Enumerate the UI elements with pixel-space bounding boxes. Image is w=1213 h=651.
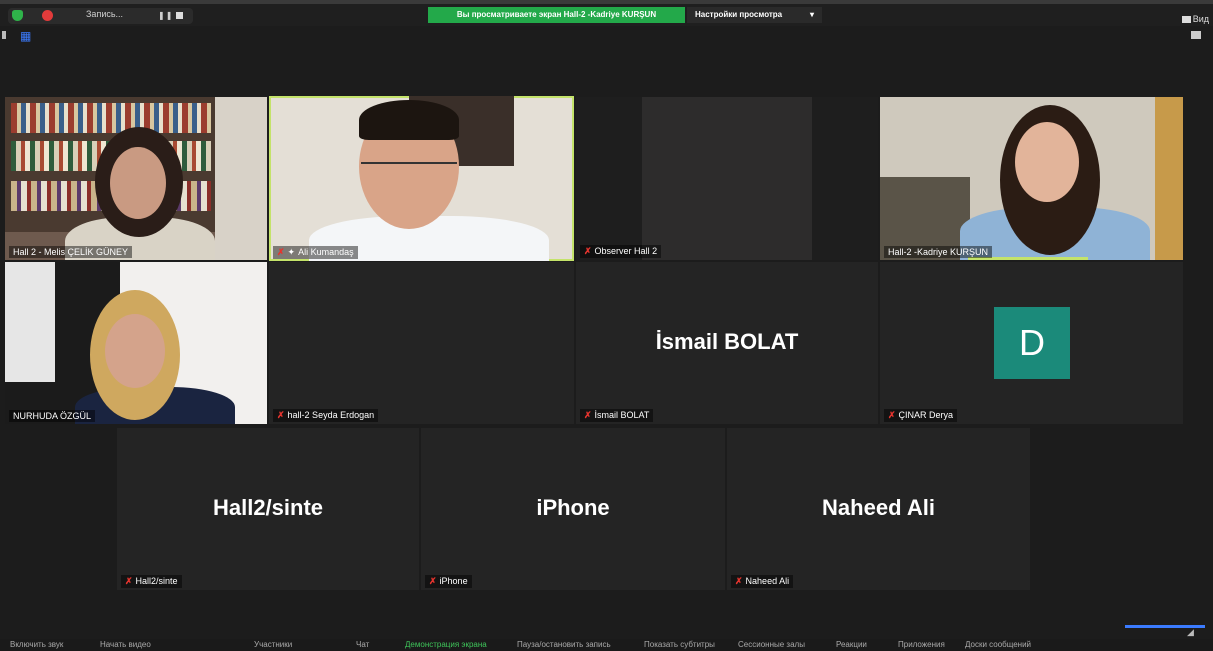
video-tile-ismail[interactable]: İsmail BOLAT ✗ İsmail BOLAT xyxy=(576,262,878,424)
person-face xyxy=(105,314,165,388)
video-tile-kadriye[interactable]: Hall-2 -Kadriye KURŞUN xyxy=(880,97,1183,260)
video-tile-iphone[interactable]: iPhone ✗ iPhone xyxy=(421,428,725,590)
share-screen-button[interactable]: Демонстрация экрана xyxy=(405,640,487,649)
mic-muted-icon: ✗ xyxy=(584,246,592,256)
video-tile-observer[interactable]: ✗ Observer Hall 2 xyxy=(576,97,878,260)
wall xyxy=(215,97,267,260)
video-tile-seyda[interactable]: ✗ hall-2 Seyda Erdogan xyxy=(269,262,574,424)
fullscreen-icon[interactable] xyxy=(1191,31,1201,39)
video-tile-melis[interactable]: Hall 2 - Melis ÇELİK GÜNEY xyxy=(5,97,267,260)
avatar: D xyxy=(994,307,1070,379)
mic-muted-icon: ✗ xyxy=(429,576,437,586)
participant-name: Hall 2 - Melis ÇELİK GÜNEY xyxy=(9,246,133,258)
participant-name: Hall-2 -Kadriye KURŞUN xyxy=(884,246,993,258)
pause-recording-icon[interactable]: ❚❚ xyxy=(158,11,173,20)
pause-record-button[interactable]: Пауза/остановить запись xyxy=(517,640,611,649)
top-strip xyxy=(0,0,1213,4)
mic-muted-icon: ✗ xyxy=(125,576,133,586)
glasses xyxy=(361,162,457,178)
participants-button[interactable]: Участники xyxy=(254,640,292,649)
side-panel-icon[interactable] xyxy=(2,31,6,39)
whiteboards-button[interactable]: Доски сообщений xyxy=(965,640,1031,649)
dark-video xyxy=(642,97,812,260)
person-face xyxy=(1015,122,1079,202)
stop-recording-icon[interactable] xyxy=(176,12,183,19)
books xyxy=(11,103,211,133)
view-button[interactable]: Вид xyxy=(1181,14,1209,24)
video-tile-naheed[interactable]: Naheed Ali ✗ Naheed Ali xyxy=(727,428,1030,590)
person-hair xyxy=(359,100,459,140)
view-options-button[interactable]: Настройки просмотра ▾ xyxy=(687,7,822,23)
viewing-screen-banner: Вы просматриваете экран Hall-2 -Kadriye … xyxy=(428,7,685,23)
participant-name: ✗ ✦ Ali Kumandaş xyxy=(273,246,358,259)
participant-name: ✗ İsmail BOLAT xyxy=(580,409,654,422)
view-label: Вид xyxy=(1192,14,1209,24)
participant-name: ✗ ÇINAR Derya xyxy=(884,409,958,422)
video-tile-derya[interactable]: D ✗ ÇINAR Derya xyxy=(880,262,1183,424)
participant-display-name: Hall2/sinte xyxy=(212,495,324,520)
grid-view-icon xyxy=(1181,16,1191,24)
curtain xyxy=(5,262,55,382)
security-shield-icon[interactable] xyxy=(12,10,23,21)
participant-name: ✗ iPhone xyxy=(425,575,472,588)
start-video-button[interactable]: Начать видео xyxy=(100,640,151,649)
chevron-down-icon: ▾ xyxy=(809,10,814,19)
apps-button[interactable]: Приложения xyxy=(898,640,945,649)
participant-name: ✗ Hall2/sinte xyxy=(121,575,182,588)
gallery-grid-icon[interactable]: ▦ xyxy=(20,29,31,43)
mic-muted-icon: ✗ xyxy=(888,410,896,420)
person-face xyxy=(110,147,166,219)
recording-label: Запись... xyxy=(86,9,124,19)
mic-muted-icon: ✗ xyxy=(277,247,285,257)
view-options-label: Настройки просмотра xyxy=(695,10,783,19)
participant-name: NURHUDA ÖZGÜL xyxy=(9,410,96,422)
chat-button[interactable]: Чат xyxy=(356,640,369,649)
mic-muted-icon: ✗ xyxy=(277,410,285,420)
participant-name: ✗ Observer Hall 2 xyxy=(580,245,662,258)
breakout-rooms-button[interactable]: Сессионные залы xyxy=(738,640,805,649)
mic-muted-icon: ✗ xyxy=(735,576,743,586)
curtain xyxy=(1155,97,1183,260)
participant-display-name: İsmail BOLAT xyxy=(655,329,799,354)
participant-name: ✗ Naheed Ali xyxy=(731,575,794,588)
video-tile-nurhuda[interactable]: NURHUDA ÖZGÜL xyxy=(5,262,267,424)
participant-display-name: iPhone xyxy=(536,495,610,520)
recording-dot-icon xyxy=(42,10,53,21)
unmute-button[interactable]: Включить звук xyxy=(10,640,63,649)
participant-name: ✗ hall-2 Seyda Erdogan xyxy=(273,409,379,422)
resize-handle-icon[interactable]: ◢ xyxy=(1187,627,1194,638)
captions-button[interactable]: Показать субтитры xyxy=(644,640,715,649)
mic-muted-icon: ✗ xyxy=(584,410,592,420)
pin-icon: ✦ xyxy=(287,247,296,257)
participant-display-name: Naheed Ali xyxy=(822,495,935,520)
video-tile-hall2sinte[interactable]: Hall2/sinte ✗ Hall2/sinte xyxy=(117,428,419,590)
video-tile-ali[interactable]: ✗ ✦ Ali Kumandaş xyxy=(269,96,574,261)
reactions-button[interactable]: Реакции xyxy=(836,640,867,649)
